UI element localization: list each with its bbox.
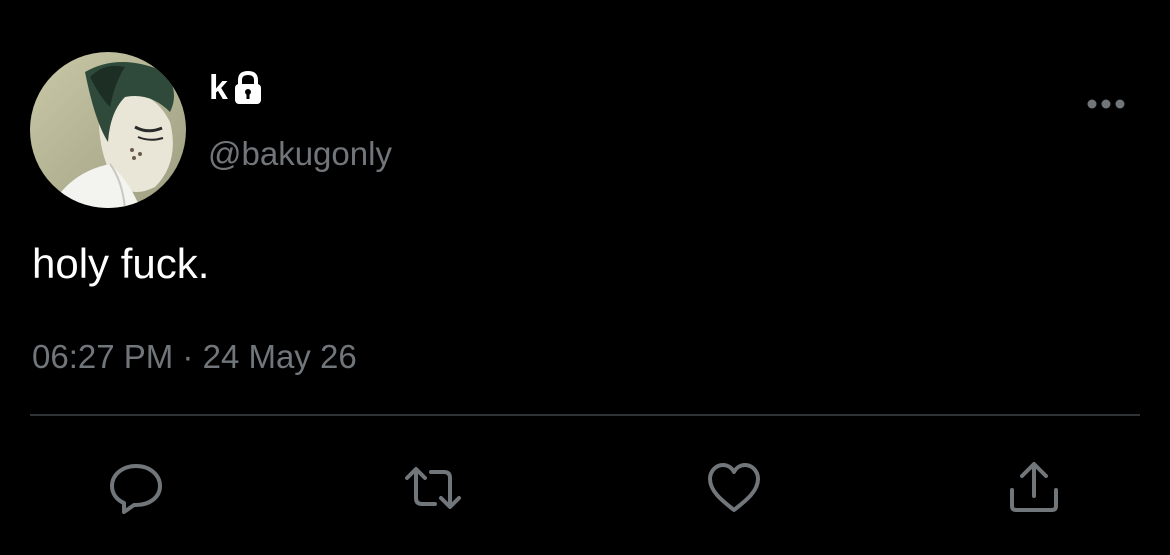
tweet-text: holy fuck. [32, 240, 210, 287]
tweet-time: 06:27 PM [32, 338, 174, 375]
share-icon [1004, 458, 1064, 518]
meta-separator: · [182, 338, 194, 375]
display-name[interactable]: k [209, 68, 264, 108]
reply-button[interactable] [106, 458, 166, 518]
user-handle[interactable]: @bakugonly [208, 134, 392, 174]
like-button[interactable] [704, 458, 764, 518]
reply-icon [106, 458, 166, 518]
retweet-button[interactable] [403, 458, 463, 518]
avatar[interactable] [30, 52, 186, 208]
more-options-icon[interactable] [1080, 92, 1132, 116]
divider [30, 414, 1140, 416]
lock-icon [232, 70, 264, 106]
retweet-icon [403, 458, 463, 518]
share-button[interactable] [1004, 458, 1064, 518]
tweet-timestamp[interactable]: 06:27 PM · 24 May 26 [32, 336, 357, 378]
display-name-text: k [209, 69, 228, 107]
heart-icon [704, 458, 764, 518]
tweet-date: 24 May 26 [202, 338, 357, 375]
